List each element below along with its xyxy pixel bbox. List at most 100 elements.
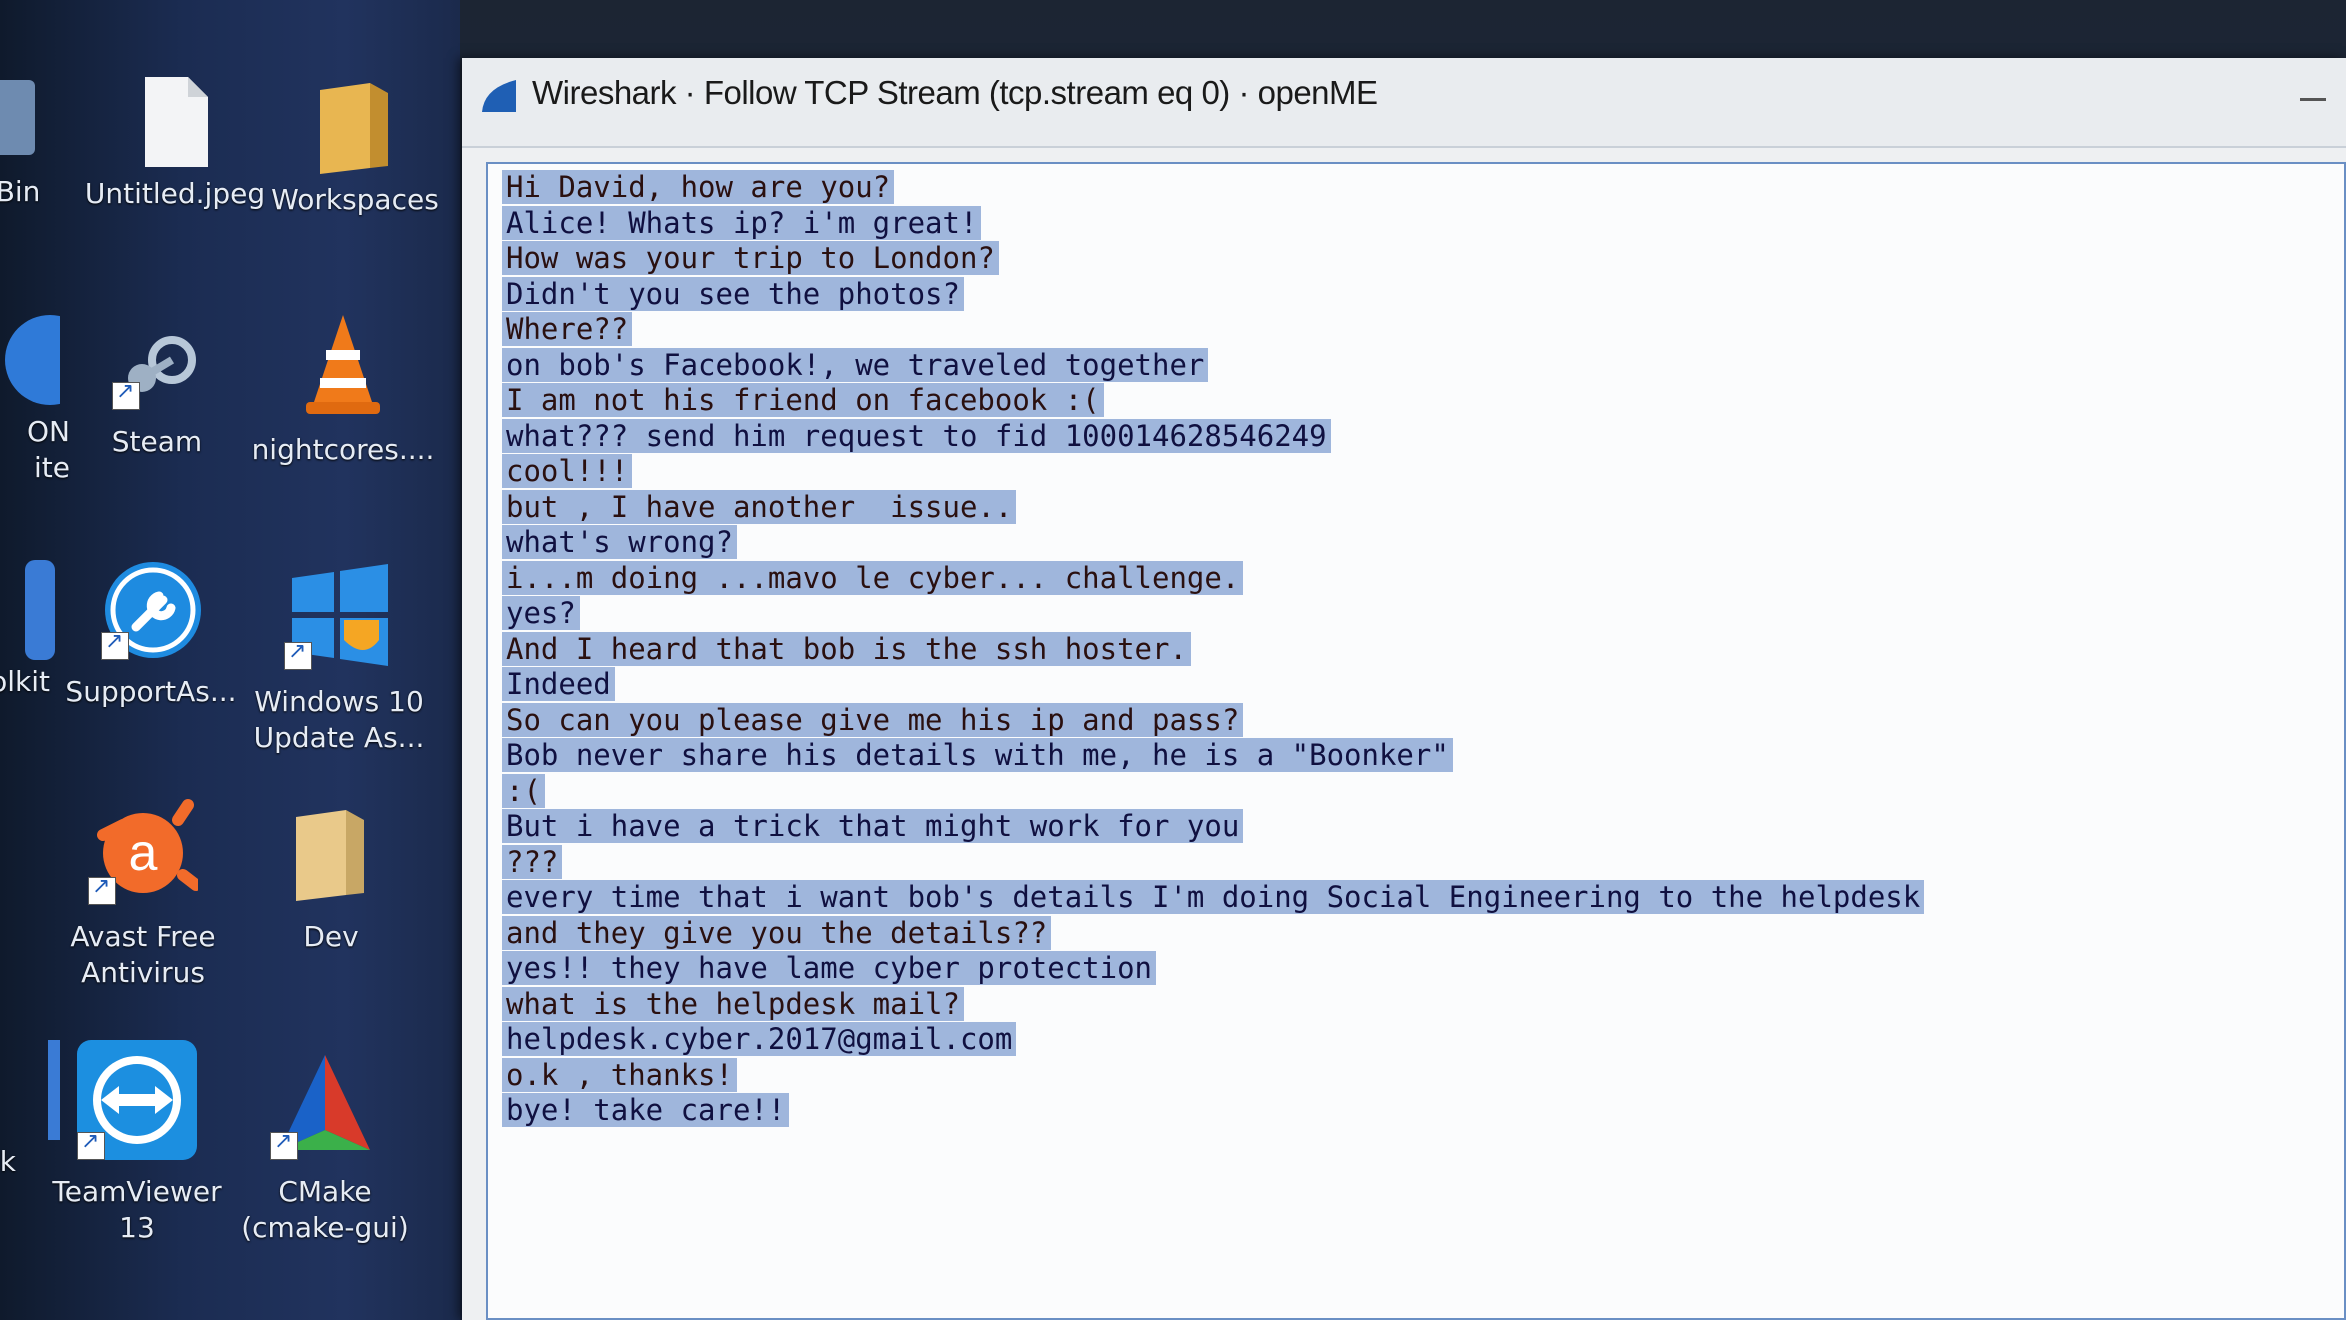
desktop-icon-avast[interactable]: a Avast Free Antivirus xyxy=(48,795,238,991)
shortcut-arrow-icon xyxy=(77,1129,105,1160)
client-stream-line: Where?? xyxy=(502,312,2302,348)
icon-label: TeamViewer 13 xyxy=(52,1175,222,1244)
client-stream-line: :( xyxy=(502,773,2302,810)
desktop-icon-untitled-jpeg[interactable]: Untitled.jpeg xyxy=(80,72,270,212)
icon-label: SupportAs... xyxy=(65,675,237,708)
stream-line-text: Didn't you see the photos? xyxy=(502,276,964,311)
client-stream-line: o.k , thanks! xyxy=(502,1057,2302,1094)
client-stream-line: I am not his friend on facebook :( xyxy=(502,383,2302,419)
stream-line-text: what??? send him request to fid 10001462… xyxy=(502,418,1331,453)
shortcut-arrow-icon xyxy=(270,1129,298,1160)
icon-label: Dev xyxy=(303,920,359,953)
icon-label: nightcores.... xyxy=(251,433,435,466)
server-stream-line: what's wrong? xyxy=(502,525,2302,561)
icon-label: Avast Free Antivirus xyxy=(70,920,216,989)
stream-line-text: yes? xyxy=(502,596,580,630)
desktop-icon-dev[interactable]: Dev xyxy=(236,805,426,955)
client-stream-line: i...m doing ...mavo le cyber... challeng… xyxy=(502,560,2302,597)
icon-label: Workspaces xyxy=(271,183,439,216)
client-stream-line: So can you please give me his ip and pas… xyxy=(502,702,2302,739)
stream-line-text: bye! take care!! xyxy=(502,1093,790,1127)
wireshark-follow-tcp-window[interactable]: Wireshark · Follow TCP Stream (tcp.strea… xyxy=(462,58,2346,1320)
minimize-button[interactable] xyxy=(2300,98,2326,101)
windows-logo-icon xyxy=(284,560,394,670)
client-stream-line: And I heard that bob is the ssh hoster. xyxy=(502,631,2302,668)
file-icon xyxy=(130,72,220,167)
cmake-icon xyxy=(270,1050,380,1160)
client-stream-line: and they give you the details?? xyxy=(502,915,2302,952)
desktop-icon-windows10-update[interactable]: Windows 10 Update As... xyxy=(244,560,434,756)
stream-line-text: what's wrong? xyxy=(502,525,737,559)
desktop-icon-supportassist[interactable]: SupportAs... xyxy=(56,560,246,710)
stream-line-text: :( xyxy=(502,773,545,808)
shortcut-arrow-icon xyxy=(101,629,129,660)
stream-line-text: o.k , thanks! xyxy=(502,1057,737,1092)
stream-line-text: ??? xyxy=(502,844,563,879)
client-stream-line: what is the helpdesk mail? xyxy=(502,986,2302,1023)
stream-line-text: I am not his friend on facebook :( xyxy=(502,383,1104,417)
stream-line-text: But i have a trick that might work for y… xyxy=(502,809,1244,843)
window-title: Wireshark · Follow TCP Stream (tcp.strea… xyxy=(532,74,1378,111)
desktop-icon-nightcores[interactable]: nightcores.... xyxy=(248,310,438,468)
stream-line-text: And I heard that bob is the ssh hoster. xyxy=(502,631,1191,666)
stream-line-text: How was your trip to London? xyxy=(502,241,999,275)
server-stream-line: helpdesk.cyber.2017@gmail.com xyxy=(502,1022,2302,1058)
stream-line-text: Alice! Whats ip? i'm great! xyxy=(502,205,982,240)
server-stream-line: Indeed xyxy=(502,667,2302,703)
toolkit-icon xyxy=(0,560,55,660)
shortcut-arrow-icon xyxy=(284,639,312,670)
desktop-icon-teamviewer[interactable]: TeamViewer 13 xyxy=(42,1040,232,1246)
desktop-icon-cmake[interactable]: CMake (cmake-gui) xyxy=(230,1050,420,1246)
stream-line-text: i...m doing ...mavo le cyber... challeng… xyxy=(502,560,1244,595)
icon-label: Steam xyxy=(111,425,203,458)
server-stream-line: every time that i want bob's details I'm… xyxy=(502,880,2302,916)
stream-line-text: and they give you the details?? xyxy=(502,915,1052,950)
client-stream-line: How was your trip to London? xyxy=(502,241,2302,277)
client-stream-line: ??? xyxy=(502,844,2302,881)
stream-line-text: Where?? xyxy=(502,312,633,346)
server-stream-line: bye! take care!! xyxy=(502,1093,2302,1129)
teamviewer-icon xyxy=(77,1040,197,1160)
stream-line-text: Indeed xyxy=(502,667,615,701)
client-stream-line: but , I have another issue.. xyxy=(502,489,2302,526)
desktop: e Bin Untitled.jpeg Workspaces ON ite St… xyxy=(0,0,460,1320)
desktop-icon-steam[interactable]: Steam xyxy=(62,320,252,460)
stream-line-text: yes!! they have lame cyber protection xyxy=(502,951,1157,985)
icon-label: Untitled.jpeg xyxy=(84,177,266,210)
server-stream-line: what??? send him request to fid 10001462… xyxy=(502,418,2302,455)
stream-line-text: helpdesk.cyber.2017@gmail.com xyxy=(502,1022,1017,1056)
server-stream-line: Bob never share his details with me, he … xyxy=(502,738,2302,774)
stream-line-text: what is the helpdesk mail? xyxy=(502,986,964,1021)
app-icon xyxy=(0,310,95,405)
wrench-icon xyxy=(101,560,201,660)
client-stream-line: cool!!! xyxy=(502,454,2302,490)
vlc-icon xyxy=(298,310,388,418)
title-bar[interactable]: Wireshark · Follow TCP Stream (tcp.strea… xyxy=(462,58,2346,148)
shortcut-arrow-icon xyxy=(112,379,140,410)
stream-line-text: on bob's Facebook!, we traveled together xyxy=(502,347,1209,382)
server-stream-line: Didn't you see the photos? xyxy=(502,276,2302,313)
recycle-bin-icon xyxy=(0,70,50,160)
folder-icon xyxy=(286,805,376,905)
svg-text:a: a xyxy=(129,824,158,882)
wireshark-fin-icon xyxy=(480,78,518,114)
steam-icon xyxy=(112,320,202,410)
stream-line-text: cool!!! xyxy=(502,454,633,488)
stream-content[interactable]: Hi David, how are you? Alice! Whats ip? i… xyxy=(486,162,2346,1320)
server-stream-line: Alice! Whats ip? i'm great! xyxy=(502,205,2302,242)
shortcut-arrow-icon xyxy=(88,874,116,905)
icon-label: Windows 10 Update As... xyxy=(253,685,425,754)
client-stream-line: Hi David, how are you? xyxy=(502,170,2302,206)
stream-line-text: every time that i want bob's details I'm… xyxy=(502,880,1925,914)
server-stream-line: yes!! they have lame cyber protection xyxy=(502,951,2302,987)
folder-icon xyxy=(310,78,400,174)
stream-line-text: So can you please give me his ip and pas… xyxy=(502,702,1244,737)
desktop-icon-workspaces[interactable]: Workspaces xyxy=(260,78,450,218)
stream-line-text: Hi David, how are you? xyxy=(502,170,895,204)
server-stream-line: on bob's Facebook!, we traveled together xyxy=(502,347,2302,384)
icon-label: CMake (cmake-gui) xyxy=(241,1175,409,1244)
server-stream-line: yes? xyxy=(502,596,2302,632)
stream-line-text: Bob never share his details with me, he … xyxy=(502,738,1453,772)
tcp-stream-text[interactable]: Hi David, how are you? Alice! Whats ip? i… xyxy=(502,170,2302,1129)
avast-icon: a xyxy=(88,795,202,905)
